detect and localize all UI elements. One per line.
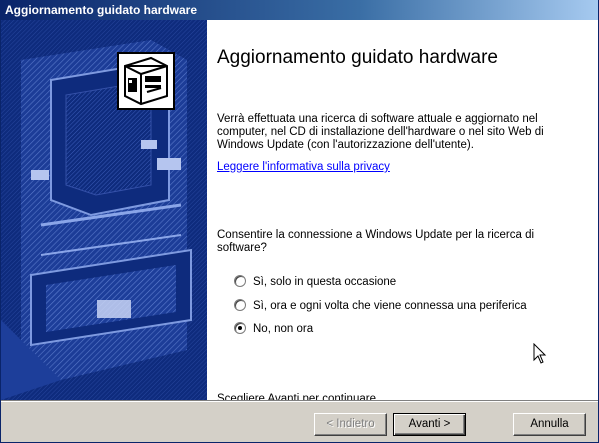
privacy-policy-link[interactable]: Leggere l'informativa sulla privacy xyxy=(217,161,390,173)
cancel-button[interactable]: Annulla xyxy=(513,413,586,436)
option-label: No, non ora xyxy=(253,323,314,335)
radio-button[interactable] xyxy=(234,299,246,311)
connection-prompt: Consentire la connessione a Windows Upda… xyxy=(217,229,535,254)
radio-dot xyxy=(238,326,242,330)
computer-hardware-icon xyxy=(117,52,175,110)
title-bar[interactable]: Aggiornamento guidato hardware xyxy=(1,0,598,20)
mouse-pointer-icon xyxy=(533,342,547,370)
option-yes-always[interactable]: Sì, ora e ogni volta che viene connessa … xyxy=(234,299,527,312)
option-label: Sì, ora e ogni volta che viene connessa … xyxy=(253,300,527,312)
radio-button-selected[interactable] xyxy=(234,322,246,334)
wizard-description: Verrà effettuata una ricerca di software… xyxy=(217,113,544,151)
wizard-heading: Aggiornamento guidato hardware xyxy=(217,47,498,68)
back-button[interactable]: < Indietro xyxy=(314,413,387,436)
hardware-update-wizard-window: Aggiornamento guidato hardware Aggiornam… xyxy=(0,0,599,443)
radio-button[interactable] xyxy=(234,275,246,287)
wizard-content: Aggiornamento guidato hardware Verrà eff… xyxy=(207,20,598,405)
option-label: Sì, solo in questa occasione xyxy=(253,276,397,288)
wizard-banner-art xyxy=(1,20,207,400)
option-no-not-now[interactable]: No, non ora xyxy=(234,322,313,335)
wizard-banner-panel xyxy=(1,20,207,400)
wizard-button-bar: < Indietro Avanti > Annulla xyxy=(1,402,598,442)
option-yes-once[interactable]: Sì, solo in questa occasione xyxy=(234,275,396,288)
window-title: Aggiornamento guidato hardware xyxy=(5,3,198,17)
next-button[interactable]: Avanti > xyxy=(393,413,466,436)
